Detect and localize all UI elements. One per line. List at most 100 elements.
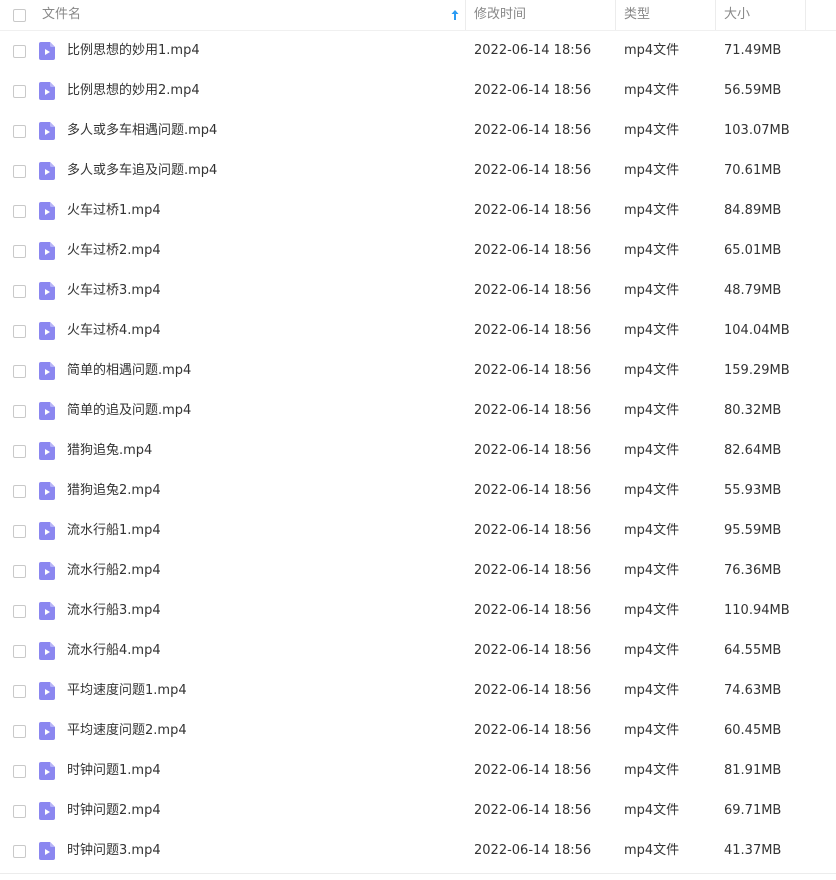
row-checkbox[interactable] (13, 45, 26, 58)
file-name-link[interactable]: 比例思想的妙用1.mp4 (67, 31, 200, 71)
row-checkbox[interactable] (13, 285, 26, 298)
file-size: 76.36MB (724, 563, 782, 578)
file-modified-time: 2022-06-14 18:56 (474, 843, 592, 858)
table-row[interactable]: 流水行船2.mp4 2022-06-14 18:56 mp4文件 76.36MB (0, 551, 836, 591)
file-name-link[interactable]: 猎狗追兔2.mp4 (67, 471, 161, 511)
table-row[interactable]: 火车过桥4.mp4 2022-06-14 18:56 mp4文件 104.04MB (0, 311, 836, 351)
row-checkbox[interactable] (13, 165, 26, 178)
row-checkbox[interactable] (13, 805, 26, 818)
file-name-link[interactable]: 火车过桥1.mp4 (67, 191, 161, 231)
file-type: mp4文件 (624, 243, 680, 258)
table-row[interactable]: 时钟问题3.mp4 2022-06-14 18:56 mp4文件 41.37MB (0, 831, 836, 871)
column-divider[interactable] (715, 0, 716, 30)
file-name-link[interactable]: 比例思想的妙用2.mp4 (67, 71, 200, 111)
file-modified-time: 2022-06-14 18:56 (474, 483, 592, 498)
file-name-link[interactable]: 平均速度问题1.mp4 (67, 671, 187, 711)
row-checkbox[interactable] (13, 725, 26, 738)
file-size: 104.04MB (724, 323, 790, 338)
table-row[interactable]: 时钟问题1.mp4 2022-06-14 18:56 mp4文件 81.91MB (0, 751, 836, 791)
file-name-link[interactable]: 流水行船2.mp4 (67, 551, 161, 591)
file-name-link[interactable]: 流水行船1.mp4 (67, 511, 161, 551)
file-modified-time: 2022-06-14 18:56 (474, 203, 592, 218)
column-header-type[interactable]: 类型 (624, 0, 650, 30)
table-row[interactable]: 平均速度问题2.mp4 2022-06-14 18:56 mp4文件 60.45MB (0, 711, 836, 751)
row-checkbox[interactable] (13, 485, 26, 498)
row-checkbox[interactable] (13, 605, 26, 618)
video-file-icon (39, 722, 55, 740)
table-row[interactable]: 简单的相遇问题.mp4 2022-06-14 18:56 mp4文件 159.29MB (0, 351, 836, 391)
row-checkbox[interactable] (13, 685, 26, 698)
row-checkbox[interactable] (13, 405, 26, 418)
table-row[interactable]: 多人或多车相遇问题.mp4 2022-06-14 18:56 mp4文件 103.07… (0, 111, 836, 151)
file-name-link[interactable]: 时钟问题3.mp4 (67, 831, 161, 871)
file-type: mp4文件 (624, 803, 680, 818)
select-all-checkbox[interactable] (13, 9, 26, 22)
column-divider[interactable] (615, 0, 616, 30)
file-type: mp4文件 (624, 403, 680, 418)
row-checkbox[interactable] (13, 85, 26, 98)
table-row[interactable]: 简单的追及问题.mp4 2022-06-14 18:56 mp4文件 80.32MB (0, 391, 836, 431)
table-row[interactable]: 火车过桥1.mp4 2022-06-14 18:56 mp4文件 84.89MB (0, 191, 836, 231)
video-file-icon (39, 122, 55, 140)
row-checkbox[interactable] (13, 205, 26, 218)
video-file-icon (39, 842, 55, 860)
file-name-link[interactable]: 猎狗追兔.mp4 (67, 431, 152, 471)
file-size: 65.01MB (724, 243, 782, 258)
table-row[interactable]: 火车过桥3.mp4 2022-06-14 18:56 mp4文件 48.79MB (0, 271, 836, 311)
row-checkbox[interactable] (13, 565, 26, 578)
video-file-icon (39, 282, 55, 300)
table-row[interactable]: 多人或多车追及问题.mp4 2022-06-14 18:56 mp4文件 70.61M… (0, 151, 836, 191)
file-name-link[interactable]: 火车过桥4.mp4 (67, 311, 161, 351)
file-name-link[interactable]: 火车过桥3.mp4 (67, 271, 161, 311)
file-size: 95.59MB (724, 523, 782, 538)
file-name-link[interactable]: 多人或多车追及问题.mp4 (67, 151, 217, 191)
table-row[interactable]: 流水行船3.mp4 2022-06-14 18:56 mp4文件 110.94MB (0, 591, 836, 631)
row-checkbox[interactable] (13, 645, 26, 658)
file-modified-time: 2022-06-14 18:56 (474, 43, 592, 58)
column-header-size[interactable]: 大小 (724, 0, 750, 30)
file-size: 110.94MB (724, 603, 790, 618)
file-name-link[interactable]: 平均速度问题2.mp4 (67, 711, 187, 751)
file-modified-time: 2022-06-14 18:56 (474, 403, 592, 418)
video-file-icon (39, 242, 55, 260)
table-row[interactable]: 流水行船4.mp4 2022-06-14 18:56 mp4文件 64.55MB (0, 631, 836, 671)
video-file-icon (39, 442, 55, 460)
table-row[interactable]: 流水行船1.mp4 2022-06-14 18:56 mp4文件 95.59MB (0, 511, 836, 551)
table-row[interactable]: 猎狗追兔.mp4 2022-06-14 18:56 mp4文件 82.64MB (0, 431, 836, 471)
file-modified-time: 2022-06-14 18:56 (474, 363, 592, 378)
file-name-link[interactable]: 火车过桥2.mp4 (67, 231, 161, 271)
file-type: mp4文件 (624, 323, 680, 338)
file-name-link[interactable]: 时钟问题1.mp4 (67, 751, 161, 791)
column-header-modified[interactable]: 修改时间 (474, 0, 526, 30)
file-type: mp4文件 (624, 163, 680, 178)
arrow-up-icon[interactable] (450, 8, 460, 22)
table-row[interactable]: 猎狗追兔2.mp4 2022-06-14 18:56 mp4文件 55.93MB (0, 471, 836, 511)
row-checkbox[interactable] (13, 765, 26, 778)
file-name-link[interactable]: 时钟问题2.mp4 (67, 791, 161, 831)
column-divider[interactable] (465, 0, 466, 30)
file-name-link[interactable]: 流水行船4.mp4 (67, 631, 161, 671)
row-checkbox[interactable] (13, 525, 26, 538)
row-checkbox[interactable] (13, 365, 26, 378)
file-type: mp4文件 (624, 443, 680, 458)
file-name-link[interactable]: 流水行船3.mp4 (67, 591, 161, 631)
row-checkbox[interactable] (13, 845, 26, 858)
row-checkbox[interactable] (13, 325, 26, 338)
row-checkbox[interactable] (13, 445, 26, 458)
table-row[interactable]: 平均速度问题1.mp4 2022-06-14 18:56 mp4文件 74.63MB (0, 671, 836, 711)
video-file-icon (39, 802, 55, 820)
row-checkbox[interactable] (13, 125, 26, 138)
table-row[interactable]: 时钟问题2.mp4 2022-06-14 18:56 mp4文件 69.71MB (0, 791, 836, 831)
table-row[interactable]: 火车过桥2.mp4 2022-06-14 18:56 mp4文件 65.01MB (0, 231, 836, 271)
row-checkbox[interactable] (13, 245, 26, 258)
file-name-link[interactable]: 简单的追及问题.mp4 (67, 391, 191, 431)
table-row[interactable]: 比例思想的妙用1.mp4 2022-06-14 18:56 mp4文件 71.49MB (0, 31, 836, 71)
table-row[interactable]: 比例思想的妙用2.mp4 2022-06-14 18:56 mp4文件 56.59MB (0, 71, 836, 111)
file-name-link[interactable]: 简单的相遇问题.mp4 (67, 351, 191, 391)
video-file-icon (39, 482, 55, 500)
video-file-icon (39, 402, 55, 420)
column-header-name[interactable]: 文件名 (42, 0, 81, 30)
file-size: 60.45MB (724, 723, 782, 738)
file-name-link[interactable]: 多人或多车相遇问题.mp4 (67, 111, 217, 151)
column-divider[interactable] (805, 0, 806, 30)
